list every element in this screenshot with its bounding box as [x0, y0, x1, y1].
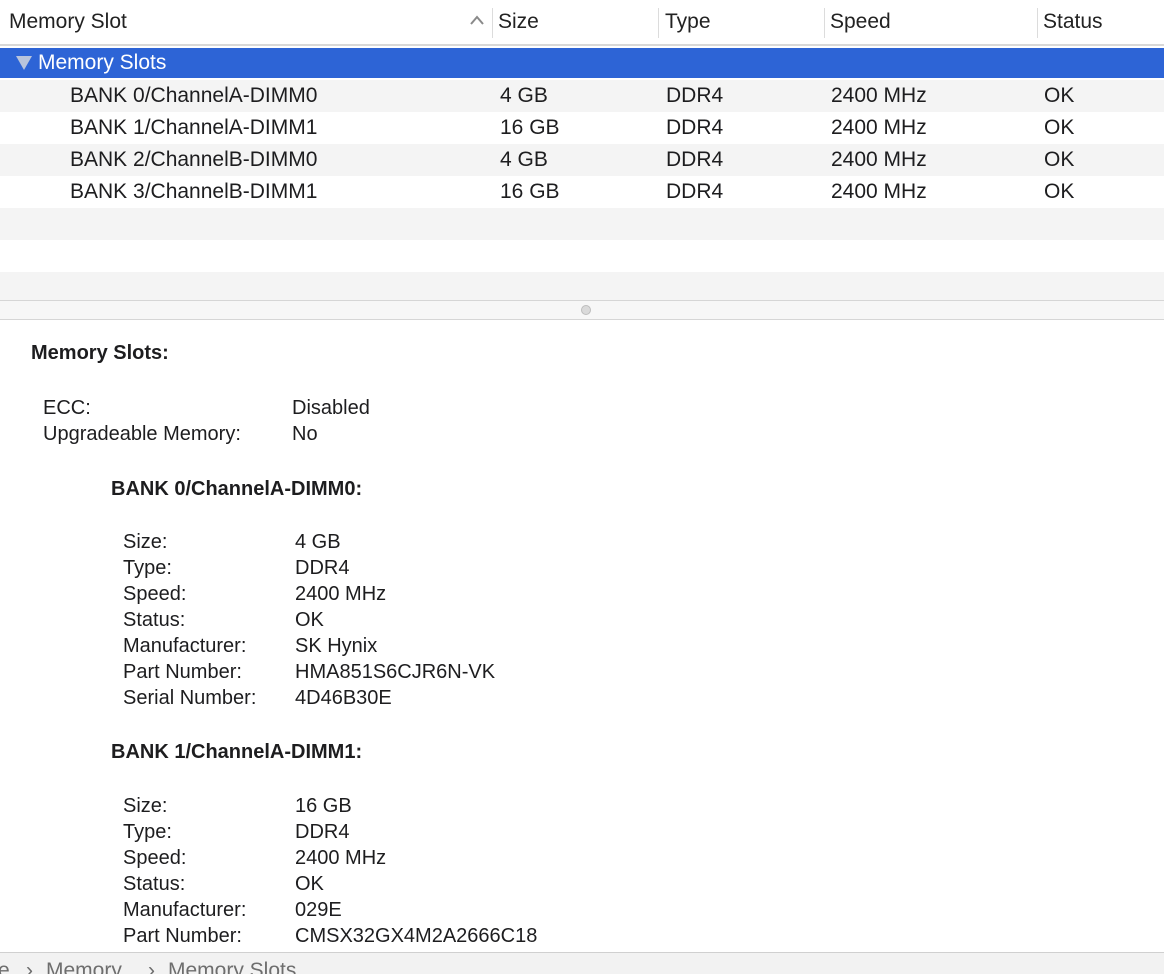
bank-title: BANK 1/ChannelA-DIMM1:	[111, 741, 363, 763]
cell-status: OK	[1044, 180, 1075, 203]
breadcrumb-separator: ›	[148, 959, 155, 974]
field-value: 16 GB	[295, 795, 352, 817]
cell-status: OK	[1044, 116, 1075, 139]
path-bar: e › Memory › Memory Slots	[0, 952, 1164, 974]
field-key: Status:	[123, 609, 186, 631]
breadcrumb-item[interactable]: Memory Slots	[168, 959, 296, 974]
column-header-memory-slot[interactable]: Memory Slot	[9, 0, 127, 44]
field-key: Type:	[123, 821, 172, 843]
chevron-up-icon[interactable]	[468, 12, 486, 30]
field-value: SK Hynix	[295, 635, 378, 657]
table-header: Memory Slot Size Type Speed Status	[0, 0, 1164, 46]
field-value: 4 GB	[295, 531, 341, 553]
column-header-type[interactable]: Type	[665, 0, 711, 44]
cell-status: OK	[1044, 84, 1075, 107]
detail-pane: Memory Slots: ECC: Disabled Upgradeable …	[0, 320, 1164, 952]
cell-size: 16 GB	[500, 116, 560, 139]
field-value: DDR4	[295, 557, 350, 579]
field-value: OK	[295, 609, 324, 631]
field-key: ECC:	[43, 397, 91, 419]
table-row[interactable]: BANK 3/ChannelB-DIMM1 16 GB DDR4 2400 MH…	[0, 176, 1164, 208]
column-divider[interactable]	[824, 8, 825, 38]
column-divider[interactable]	[1037, 8, 1038, 38]
field-value: 4D46B30E	[295, 687, 392, 709]
field-value: HMA851S6CJR6N-VK	[295, 661, 496, 683]
table-row[interactable]: BANK 0/ChannelA-DIMM0 4 GB DDR4 2400 MHz…	[0, 80, 1164, 112]
field-value: DDR4	[295, 821, 350, 843]
splitter-handle[interactable]	[581, 305, 591, 315]
field-key: Part Number:	[123, 925, 242, 947]
cell-speed: 2400 MHz	[831, 116, 927, 139]
cell-slot: BANK 3/ChannelB-DIMM1	[70, 180, 318, 203]
cell-size: 4 GB	[500, 84, 548, 107]
cell-speed: 2400 MHz	[831, 148, 927, 171]
cell-type: DDR4	[666, 148, 724, 171]
cell-type: DDR4	[666, 84, 724, 107]
table-row[interactable]: BANK 2/ChannelB-DIMM0 4 GB DDR4 2400 MHz…	[0, 144, 1164, 176]
table-row[interactable]: BANK 1/ChannelA-DIMM1 16 GB DDR4 2400 MH…	[0, 112, 1164, 144]
field-value: 2400 MHz	[295, 583, 387, 605]
table-body: BANK 0/ChannelA-DIMM0 4 GB DDR4 2400 MHz…	[0, 80, 1164, 304]
field-key: Speed:	[123, 847, 187, 869]
field-key: Type:	[123, 557, 172, 579]
detail-title: Memory Slots:	[31, 342, 169, 364]
field-key: Part Number:	[123, 661, 242, 683]
column-divider[interactable]	[658, 8, 659, 38]
field-key: Manufacturer:	[123, 635, 247, 657]
field-value: CMSX32GX4M2A2666C18	[295, 925, 538, 947]
cell-slot: BANK 2/ChannelB-DIMM0	[70, 148, 318, 171]
empty-row	[0, 240, 1164, 272]
cell-status: OK	[1044, 148, 1075, 171]
field-value: OK	[295, 873, 324, 895]
group-label: Memory Slots	[38, 51, 167, 74]
field-value: 029E	[295, 899, 342, 921]
pane-splitter[interactable]	[0, 300, 1164, 320]
field-key: Status:	[123, 873, 186, 895]
field-value: 2400 MHz	[295, 847, 387, 869]
field-key: Size:	[123, 531, 168, 553]
field-key: Upgradeable Memory:	[43, 423, 241, 445]
cell-type: DDR4	[666, 116, 724, 139]
field-value: No	[292, 423, 318, 445]
field-key: Size:	[123, 795, 168, 817]
field-key: Serial Number:	[123, 687, 257, 709]
field-value: Disabled	[292, 397, 370, 419]
cell-type: DDR4	[666, 180, 724, 203]
column-header-status[interactable]: Status	[1043, 0, 1103, 44]
disclosure-triangle-down-icon[interactable]	[16, 56, 32, 70]
group-row-memory-slots[interactable]: Memory Slots	[0, 48, 1164, 78]
cell-size: 4 GB	[500, 148, 548, 171]
cell-speed: 2400 MHz	[831, 84, 927, 107]
column-header-size[interactable]: Size	[498, 0, 539, 44]
breadcrumb-item[interactable]: Memory	[46, 959, 122, 974]
field-key: Speed:	[123, 583, 187, 605]
column-divider[interactable]	[492, 8, 493, 38]
breadcrumb-separator: ›	[26, 959, 33, 974]
breadcrumb-item[interactable]: e	[0, 959, 10, 974]
bank-title: BANK 0/ChannelA-DIMM0:	[111, 478, 363, 500]
cell-slot: BANK 0/ChannelA-DIMM0	[70, 84, 318, 107]
column-header-speed[interactable]: Speed	[830, 0, 891, 44]
cell-speed: 2400 MHz	[831, 180, 927, 203]
cell-size: 16 GB	[500, 180, 560, 203]
empty-row	[0, 208, 1164, 240]
field-key: Manufacturer:	[123, 899, 247, 921]
cell-slot: BANK 1/ChannelA-DIMM1	[70, 116, 318, 139]
